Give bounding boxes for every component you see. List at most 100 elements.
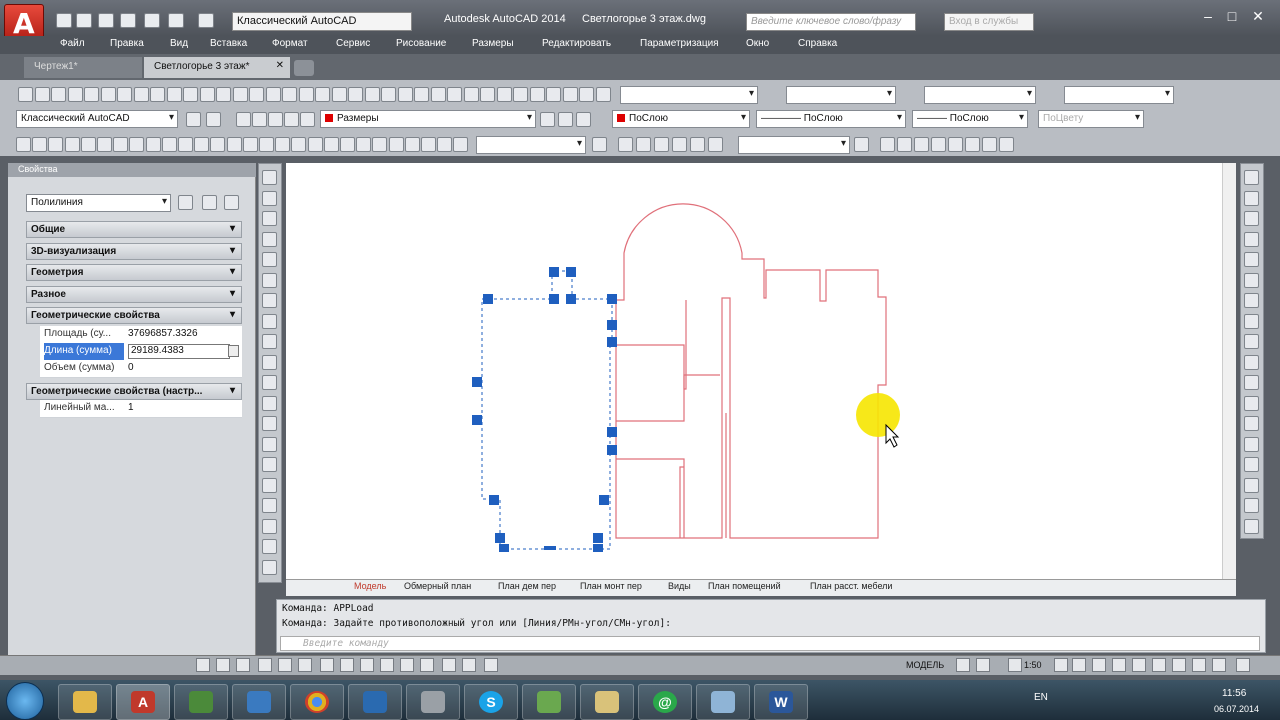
- workspace-tool-icon[interactable]: [186, 112, 201, 127]
- menu-draw[interactable]: Рисование: [396, 38, 446, 49]
- modify-tool-icon[interactable]: [1244, 416, 1259, 431]
- language-indicator[interactable]: EN: [1034, 692, 1048, 703]
- calculator-icon[interactable]: [228, 345, 239, 357]
- standard-tool-icon[interactable]: [480, 87, 495, 102]
- draw-tool-icon[interactable]: [262, 436, 277, 452]
- plotstyle-combo[interactable]: ПоЦвету: [1038, 110, 1144, 128]
- dimension-tool-icon[interactable]: [161, 137, 177, 152]
- draw-tool-icon[interactable]: [262, 498, 277, 513]
- grip[interactable]: [489, 495, 499, 505]
- tab-layout[interactable]: План расст. мебели: [810, 581, 892, 591]
- dimension-tool-icon[interactable]: [194, 137, 210, 152]
- modify-tool-icon[interactable]: [1244, 313, 1259, 329]
- section-geometric-properties[interactable]: Геометрические свойства: [26, 307, 242, 324]
- taskbar-app[interactable]: [406, 684, 460, 720]
- draw-tool-icon[interactable]: [262, 477, 277, 493]
- modify-tool-icon[interactable]: [1244, 334, 1259, 349]
- status-toggle-icon[interactable]: [298, 658, 312, 672]
- standard-tool-icon[interactable]: [595, 87, 611, 102]
- workspace-tool-icon[interactable]: [206, 112, 221, 127]
- status-toggle-icon[interactable]: [1008, 658, 1022, 672]
- text-style-combo[interactable]: [620, 86, 758, 104]
- menu-parametric[interactable]: Параметризация: [640, 38, 719, 49]
- dimension-tool-icon[interactable]: [97, 137, 112, 152]
- dimension-tool-icon[interactable]: [259, 137, 274, 152]
- standard-tool-icon[interactable]: [463, 87, 479, 102]
- standard-tool-icon[interactable]: [331, 87, 347, 102]
- standard-tool-icon[interactable]: [166, 87, 182, 102]
- status-toggle-icon[interactable]: [1192, 658, 1206, 672]
- standard-tool-icon[interactable]: [546, 87, 561, 102]
- menu-tools[interactable]: Сервис: [336, 38, 370, 49]
- taskbar-app[interactable]: [580, 684, 634, 720]
- draw-tool-icon[interactable]: [262, 559, 277, 575]
- dim-override-combo[interactable]: [476, 136, 586, 154]
- grip[interactable]: [607, 445, 617, 455]
- dimension-tool-icon[interactable]: [210, 137, 226, 152]
- layer-combo[interactable]: Размеры: [320, 110, 536, 128]
- standard-tool-icon[interactable]: [364, 87, 380, 102]
- draw-tool-icon[interactable]: [262, 190, 277, 206]
- status-toggle-icon[interactable]: [462, 658, 476, 672]
- modify-tool-icon[interactable]: [1244, 293, 1259, 308]
- status-toggle-icon[interactable]: [360, 658, 374, 672]
- new-tab-icon[interactable]: [294, 60, 314, 76]
- open-file-icon[interactable]: [76, 13, 92, 28]
- standard-tool-icon[interactable]: [117, 87, 132, 102]
- status-toggle-icon[interactable]: [1212, 658, 1226, 672]
- standard-tool-icon[interactable]: [51, 87, 66, 102]
- standard-tool-icon[interactable]: [84, 87, 99, 102]
- property-row[interactable]: Объем (сумма) 0: [40, 360, 242, 378]
- ucs-combo[interactable]: [738, 136, 850, 154]
- dimension-tool-icon[interactable]: [388, 137, 404, 152]
- modify-tool-icon[interactable]: [1244, 170, 1259, 185]
- menu-file[interactable]: Файл: [60, 38, 85, 49]
- taskbar-explorer[interactable]: [58, 684, 112, 720]
- modify-tool-icon[interactable]: [1244, 457, 1259, 472]
- taskbar-chrome[interactable]: [290, 684, 344, 720]
- dimension-tool-icon[interactable]: [437, 137, 453, 152]
- taskbar-word[interactable]: W: [754, 684, 808, 720]
- command-input[interactable]: Введите команду: [280, 636, 1260, 651]
- menu-insert[interactable]: Вставка: [210, 38, 247, 49]
- draw-tool-icon[interactable]: [262, 539, 277, 554]
- status-toggle-icon[interactable]: [1172, 658, 1186, 672]
- grip[interactable]: [495, 533, 505, 543]
- standard-tool-icon[interactable]: [513, 87, 528, 102]
- section-geometry[interactable]: Геометрия: [26, 264, 242, 281]
- grip[interactable]: [566, 294, 576, 304]
- status-toggle-icon[interactable]: [1132, 658, 1146, 672]
- grip[interactable]: [607, 320, 617, 330]
- standard-tool-icon[interactable]: [315, 87, 330, 102]
- status-toggle-icon[interactable]: [1092, 658, 1106, 672]
- start-button[interactable]: [6, 682, 44, 720]
- dimension-tool-icon[interactable]: [404, 137, 420, 152]
- property-row[interactable]: Площадь (су... 37696857.3326: [40, 326, 242, 344]
- standard-tool-icon[interactable]: [348, 87, 363, 102]
- draw-tool-icon[interactable]: [262, 457, 277, 472]
- vertical-scrollbar[interactable]: [1222, 163, 1236, 579]
- modify-tool-icon[interactable]: [1244, 211, 1259, 226]
- minimize-icon[interactable]: –: [1198, 8, 1218, 26]
- tab-layout[interactable]: Виды: [668, 581, 691, 591]
- tab-svetlogorie[interactable]: Светлогорье 3 этаж* ✕: [144, 57, 290, 78]
- close-tab-icon[interactable]: ✕: [276, 60, 284, 71]
- status-toggle-icon[interactable]: [442, 658, 456, 672]
- dimension-tool-icon[interactable]: [323, 137, 339, 152]
- dimension-tool-icon[interactable]: [226, 137, 242, 152]
- layer-tool-icon[interactable]: [268, 112, 283, 127]
- standard-tool-icon[interactable]: [414, 87, 429, 102]
- status-toggle-icon[interactable]: [420, 658, 434, 672]
- ucs-tool-icon[interactable]: [690, 137, 705, 152]
- standard-tool-icon[interactable]: [579, 87, 594, 102]
- draw-tool-icon[interactable]: [262, 272, 277, 288]
- ucs-tool-icon[interactable]: [636, 137, 651, 152]
- standard-tool-icon[interactable]: [529, 87, 545, 102]
- dimension-tool-icon[interactable]: [275, 137, 291, 152]
- section-misc[interactable]: Разное: [26, 286, 242, 303]
- menu-dimension[interactable]: Размеры: [472, 38, 514, 49]
- grip[interactable]: [499, 544, 509, 552]
- layer-tool-icon[interactable]: [558, 112, 573, 127]
- grip[interactable]: [607, 427, 617, 437]
- draw-tool-icon[interactable]: [262, 518, 277, 534]
